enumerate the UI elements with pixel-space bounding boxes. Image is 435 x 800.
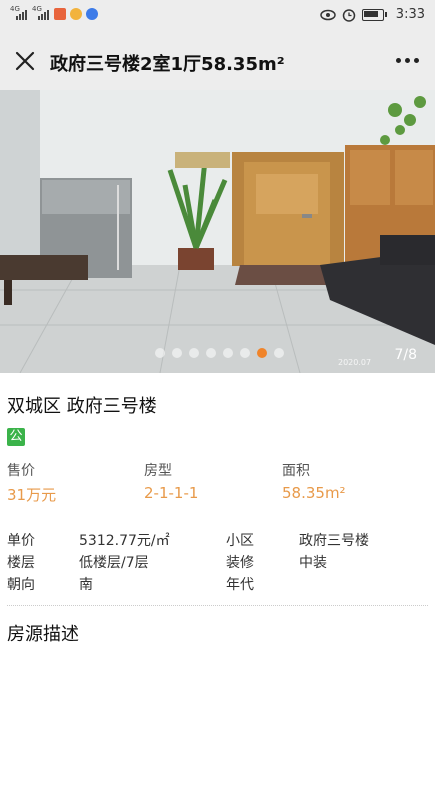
photo-gallery[interactable]: 2020.07 7/8 <box>0 90 435 373</box>
more-dot <box>396 58 401 63</box>
divider <box>7 605 428 606</box>
area-block: 面积 58.35m² <box>282 460 346 502</box>
detail-label: 单价 <box>7 533 35 549</box>
gallery-counter: 7/8 <box>394 347 417 363</box>
layout-value: 2-1-1-1 <box>144 484 199 502</box>
detail-value: 南 <box>79 577 93 593</box>
detail-value: 低楼层/7层 <box>79 555 149 571</box>
area-value: 58.35m² <box>282 484 346 502</box>
detail-label: 朝向 <box>7 577 35 593</box>
status-bar: 4G 4G 3:33 <box>0 0 435 32</box>
more-dot <box>405 58 410 63</box>
detail-label: 楼层 <box>7 555 35 571</box>
gallery-dot[interactable] <box>257 348 267 358</box>
description-heading: 房源描述 <box>7 624 79 645</box>
app-icon <box>54 8 66 20</box>
battery-icon <box>361 8 387 21</box>
gallery-dot[interactable] <box>189 348 199 358</box>
detail-value: 5312.77元/㎡ <box>79 533 170 549</box>
eye-icon <box>320 9 336 20</box>
status-right: 3:33 <box>320 7 425 22</box>
room-photo <box>0 90 435 373</box>
layout-block: 房型 2-1-1-1 <box>144 460 198 502</box>
listing-location: 双城区 政府三号楼 <box>7 396 157 417</box>
detail-label: 年代 <box>226 577 254 593</box>
photo-timestamp: 2020.07 <box>338 358 372 367</box>
clock: 3:33 <box>395 7 425 22</box>
area-label: 面积 <box>282 463 310 479</box>
gallery-dot[interactable] <box>206 348 216 358</box>
detail-label: 装修 <box>226 555 254 571</box>
page-title: 政府三号楼2室1厅58.35m² <box>50 54 285 75</box>
more-icon[interactable] <box>396 58 419 63</box>
app-icon-3 <box>86 8 98 20</box>
layout-label: 房型 <box>144 463 172 479</box>
detail-value: 政府三号楼 <box>299 533 369 549</box>
signal-icon: 4G <box>10 5 28 20</box>
gallery-dot[interactable] <box>274 348 284 358</box>
close-icon[interactable] <box>12 48 38 74</box>
gallery-dot[interactable] <box>172 348 182 358</box>
detail-value: 中装 <box>299 555 327 571</box>
signal-icon-2: 4G <box>32 5 50 20</box>
price-value: 31万元 <box>7 486 57 504</box>
price-label: 售价 <box>7 463 35 479</box>
gallery-dot[interactable] <box>223 348 233 358</box>
alarm-icon <box>342 8 356 22</box>
more-dot <box>414 58 419 63</box>
detail-label: 小区 <box>226 533 254 549</box>
gallery-dot[interactable] <box>240 348 250 358</box>
gallery-dot[interactable] <box>155 348 165 358</box>
public-housing-badge: 公 <box>7 428 25 446</box>
status-left: 4G 4G <box>10 5 98 20</box>
app-icon-2 <box>70 8 82 20</box>
gallery-dots <box>155 348 284 358</box>
price-block: 售价 31万元 <box>7 460 56 505</box>
nav-bar: 政府三号楼2室1厅58.35m² <box>0 32 435 90</box>
